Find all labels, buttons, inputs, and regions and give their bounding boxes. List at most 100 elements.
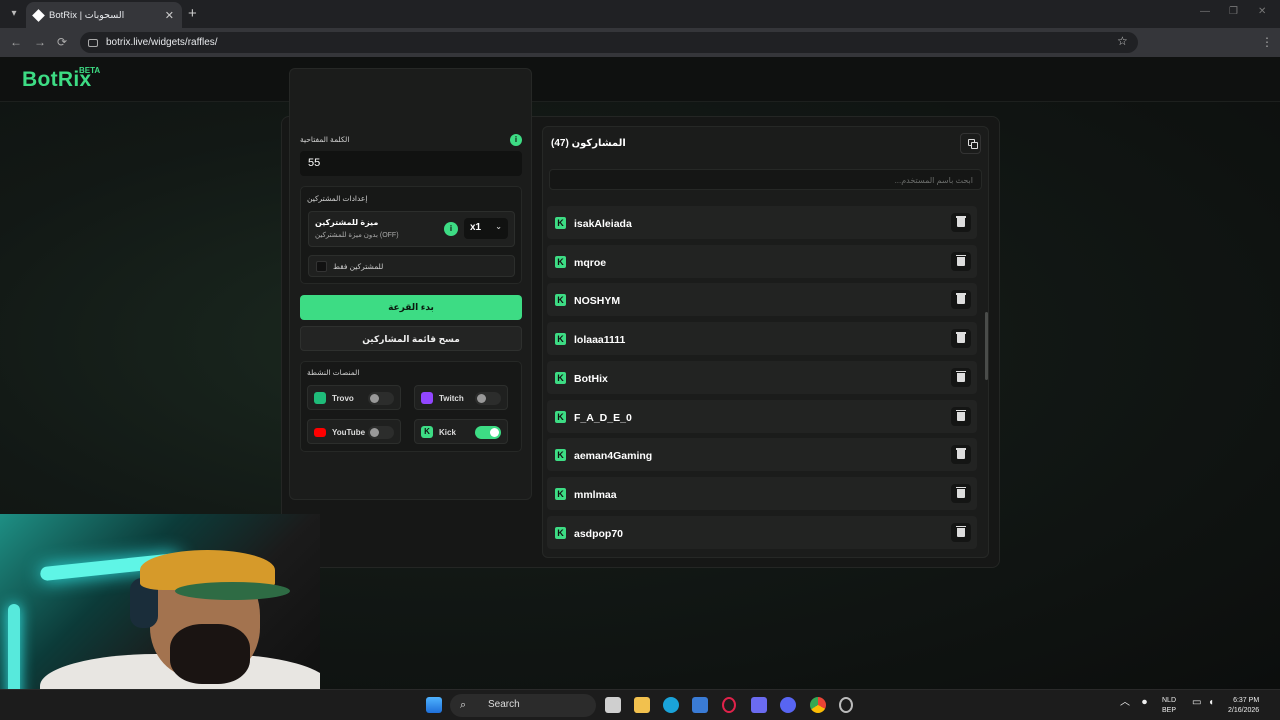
search-icon: ⌕: [460, 699, 467, 711]
chrome-icon[interactable]: [810, 697, 826, 713]
new-tab-button[interactable]: +: [188, 5, 197, 22]
delete-participant-button[interactable]: [951, 483, 971, 503]
subscribers-only-row[interactable]: للمشتركين فقط: [308, 255, 515, 277]
address-bar[interactable]: botrix.live/widgets/raffles/: [80, 32, 1138, 53]
clear-participants-button[interactable]: مسح قائمة المشاركين: [300, 326, 522, 351]
window-close-button[interactable]: ✕: [1258, 6, 1266, 17]
network-icon[interactable]: ▭: [1192, 698, 1201, 708]
delete-participant-button[interactable]: [951, 445, 971, 465]
tab-close-icon[interactable]: ✕: [165, 9, 174, 22]
platform-kick: K Kick: [414, 419, 508, 444]
active-platforms-label: المنصات النشطة: [307, 368, 360, 377]
participant-name: mmlmaa: [574, 488, 617, 501]
opera-icon[interactable]: [722, 697, 736, 713]
kick-icon: K: [555, 410, 566, 423]
windows-taskbar: ⌕ Search ︿ ⏺ NLD BEP ▭ ◖ 6:37 PM 2/16/20…: [0, 689, 1280, 720]
tab-title: BotRix | السحوبات: [49, 9, 125, 21]
trash-lid: [956, 409, 966, 411]
trovo-toggle[interactable]: [368, 392, 394, 405]
keyword-info-icon[interactable]: i: [510, 134, 522, 146]
kick-icon: K: [555, 487, 566, 500]
tab-search-chevron-icon[interactable]: ▾: [6, 6, 22, 22]
kick-icon: K: [555, 449, 566, 462]
media-player-icon[interactable]: [751, 697, 767, 713]
participant-search-input[interactable]: ابحث باسم المستخدم...: [549, 169, 982, 190]
subscribers-only-label: للمشتركين فقط: [333, 262, 384, 271]
participant-row: K BotHix: [547, 360, 977, 394]
trash-icon: [957, 218, 965, 227]
platform-youtube: YouTube: [307, 419, 401, 444]
delete-participant-button[interactable]: [951, 290, 971, 310]
language-indicator[interactable]: NLD BEP: [1162, 696, 1176, 716]
participant-name: BotHix: [574, 372, 608, 385]
microphone-icon[interactable]: ⏺: [1142, 698, 1147, 708]
forward-button[interactable]: →: [34, 35, 46, 49]
clock-time: 6:37 PM: [1233, 697, 1260, 704]
participant-name: F_A_D_E_0: [574, 411, 632, 424]
kick-icon: K: [555, 294, 566, 307]
trash-lid: [956, 254, 966, 257]
browser-tab[interactable]: BotRix | السحوبات ✕: [26, 2, 182, 28]
volume-icon[interactable]: ◖: [1208, 698, 1214, 708]
participants-scrollbar[interactable]: [985, 312, 988, 380]
tray-overflow-icon[interactable]: ︿: [1120, 698, 1130, 708]
browser-tab-bar: ▾ BotRix | السحوبات ✕ + — ❐ ✕: [0, 0, 1280, 28]
keyword-input[interactable]: 55: [300, 151, 522, 176]
app-icon[interactable]: [839, 697, 853, 713]
subscribers-only-checkbox[interactable]: [316, 261, 327, 272]
participant-name: NOSHYM: [574, 295, 621, 308]
discord-icon[interactable]: [780, 697, 796, 713]
kick-icon: K: [555, 333, 566, 346]
browser-toolbar: ← → ⟳ botrix.live/widgets/raffles/ ⋮: [0, 28, 1280, 76]
store-icon[interactable]: [692, 697, 708, 713]
delete-participant-button[interactable]: [951, 213, 971, 232]
participant-row: Klolaaa1111: [547, 322, 977, 356]
kick-icon: K: [555, 526, 566, 539]
browser-menu-icon[interactable]: ⋮: [1261, 35, 1273, 49]
trash-lid: [956, 525, 966, 528]
participant-row: Kmqroe: [547, 244, 977, 278]
delete-participant-button[interactable]: [951, 329, 971, 349]
window-maximize-button[interactable]: ❐: [1229, 6, 1238, 17]
url-text: botrix.live/widgets/raffles/: [106, 37, 218, 48]
kick-icon: K: [421, 426, 433, 438]
file-explorer-icon[interactable]: [634, 697, 650, 713]
task-view-icon[interactable]: [605, 697, 621, 713]
taskbar-search-label: Search: [488, 699, 520, 710]
delete-participant-button[interactable]: [951, 522, 971, 542]
bookmark-star-icon[interactable]: ☆: [1117, 34, 1128, 48]
botrix-favicon-icon: [32, 8, 45, 22]
multiplier-value: x1: [470, 222, 482, 233]
participants-list: KisakAleiada Kmqroe K NOSHYM Klolaaa1111 K Bot…: [547, 203, 977, 555]
clock-date: 2/16/2026: [1228, 707, 1260, 714]
participant-name: asdpop70: [574, 527, 624, 540]
reload-button[interactable]: ⟳: [57, 35, 67, 49]
delete-participant-button[interactable]: [951, 406, 971, 426]
delete-participant-button[interactable]: [951, 251, 971, 271]
taskbar-search-box[interactable]: ⌕ Search: [450, 694, 596, 717]
start-raffle-button[interactable]: بدء القرعة: [300, 295, 522, 320]
copy-list-button[interactable]: [960, 133, 981, 154]
back-button[interactable]: ←: [10, 35, 22, 49]
kick-toggle[interactable]: [475, 426, 501, 439]
twitch-icon: [421, 392, 433, 404]
youtube-toggle[interactable]: [368, 426, 394, 439]
participant-row: Kmmlmaa: [547, 476, 977, 510]
language-code: NLD: [1162, 697, 1177, 704]
twitch-toggle[interactable]: [475, 392, 501, 405]
delete-participant-button[interactable]: [951, 367, 971, 387]
subscriber-bonus-info-icon[interactable]: i: [444, 222, 458, 236]
platform-name: YouTube: [332, 428, 366, 437]
windows-start-icon[interactable]: [426, 697, 442, 713]
multiplier-select[interactable]: x1 ⌄: [464, 218, 508, 239]
participant-name: mqroe: [574, 256, 607, 269]
platform-name: Trovo: [332, 394, 354, 403]
participant-row: Kaeman4Gaming: [547, 438, 977, 472]
trash-icon: [957, 488, 965, 498]
trash-icon: [957, 334, 965, 344]
subscriber-settings-label: إعدادات المشتركين: [307, 194, 368, 203]
clock[interactable]: 6:37 PM 2/16/2026: [1228, 696, 1259, 716]
window-minimize-button[interactable]: —: [1200, 6, 1210, 17]
site-info-icon[interactable]: [88, 38, 98, 47]
edge-icon[interactable]: [663, 697, 679, 713]
